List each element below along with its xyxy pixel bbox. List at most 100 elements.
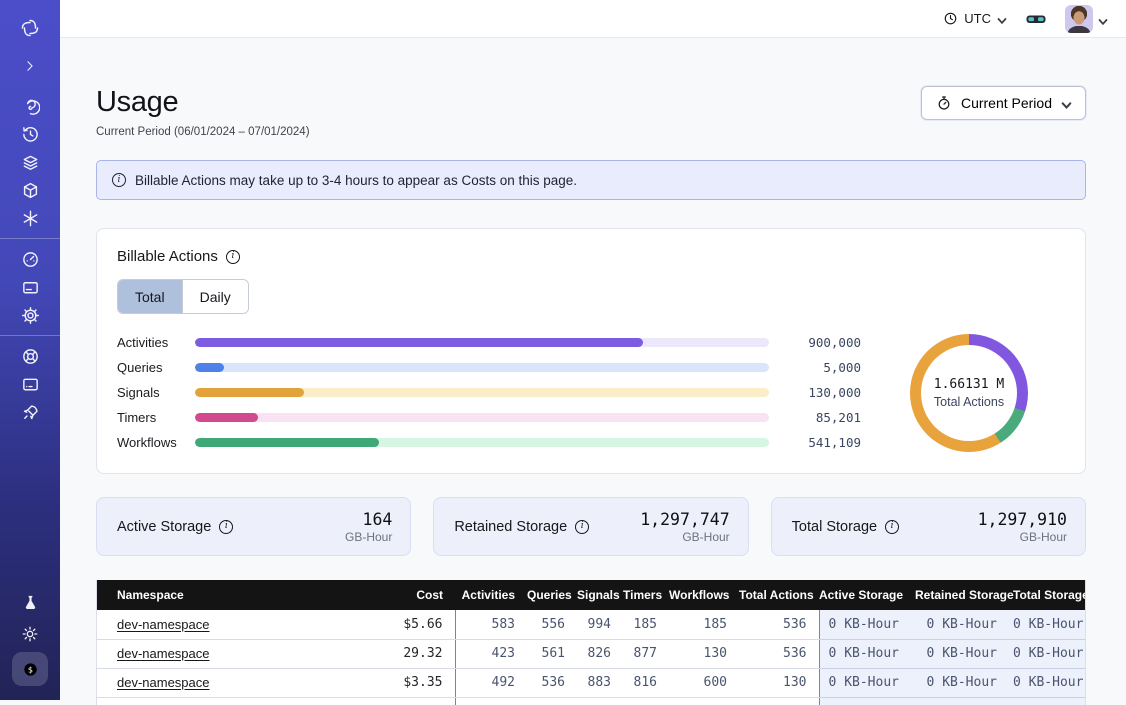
col-signals: Signals xyxy=(577,580,623,610)
storage-card-value: 164 xyxy=(345,510,392,529)
temporal-logo-icon[interactable] xyxy=(13,14,47,42)
bar-value: 900,000 xyxy=(783,335,861,350)
cost-cell: 29.32 xyxy=(383,639,455,668)
sidebar-divider xyxy=(0,238,60,239)
topbar: UTC xyxy=(60,0,1126,38)
bar-track xyxy=(195,413,769,422)
tab-daily[interactable]: Daily xyxy=(183,280,248,313)
theme-sun-icon[interactable] xyxy=(13,620,47,648)
bar-row-activities: Activities 900,000 xyxy=(117,330,861,355)
settings-gear-icon[interactable] xyxy=(13,301,47,329)
storage-card-label: Active Storage xyxy=(117,519,211,535)
col-cost: Cost xyxy=(383,580,455,610)
docs-terminal-icon[interactable] xyxy=(13,370,47,398)
table-row-partial xyxy=(97,697,1086,705)
cost-cell: $5.66 xyxy=(383,610,455,639)
info-icon[interactable]: i xyxy=(226,250,240,264)
stopwatch-icon xyxy=(936,95,952,111)
storage-card-label: Retained Storage xyxy=(454,519,567,535)
history-clock-icon[interactable] xyxy=(13,120,47,148)
billing-card-icon[interactable] xyxy=(13,273,47,301)
collapse-chevron-icon[interactable] xyxy=(13,52,47,80)
gauge-icon[interactable] xyxy=(13,245,47,273)
table-header-row: Namespace Cost Activities Queries Signal… xyxy=(97,580,1086,610)
active-storage-cell: 0 KB-Hour xyxy=(819,639,915,668)
col-namespace: Namespace xyxy=(97,580,383,610)
info-icon: i xyxy=(112,173,126,187)
queries-cell: 561 xyxy=(527,639,577,668)
current-period-label: Current Period xyxy=(961,95,1052,111)
total-storage-card: Total Storage i 1,297,910 GB-Hour xyxy=(771,497,1086,556)
spiral-icon[interactable] xyxy=(13,92,47,120)
total-storage-cell: 0 KB-Hour xyxy=(1013,639,1086,668)
support-lifebuoy-icon[interactable] xyxy=(13,342,47,370)
namespace-usage-table: Namespace Cost Activities Queries Signal… xyxy=(96,580,1086,705)
retained-storage-card: Retained Storage i 1,297,747 GB-Hour xyxy=(433,497,748,556)
main-content: Usage Current Period (06/01/2024 – 07/01… xyxy=(60,38,1126,705)
cube-icon[interactable] xyxy=(13,176,47,204)
tab-total[interactable]: Total xyxy=(118,280,183,313)
namespace-link[interactable]: dev-namespace xyxy=(117,646,210,661)
asterisk-icon[interactable] xyxy=(13,204,47,232)
current-period-button[interactable]: Current Period xyxy=(921,86,1086,120)
goggles-icon[interactable] xyxy=(1025,8,1047,30)
info-icon[interactable]: i xyxy=(575,520,589,534)
bar-row-timers: Timers 85,201 xyxy=(117,405,861,430)
signals-cell: 883 xyxy=(577,668,623,697)
queries-cell: 536 xyxy=(527,668,577,697)
bar-value: 541,109 xyxy=(783,435,861,450)
sidebar-divider xyxy=(0,335,60,336)
bar-track xyxy=(195,363,769,372)
storage-card-unit: GB-Hour xyxy=(640,530,729,544)
labs-flask-icon[interactable] xyxy=(13,588,47,616)
timezone-label: UTC xyxy=(964,11,991,26)
col-active-storage: Active Storage xyxy=(819,580,915,610)
table-row: dev-namespace 29.32 423 561 826 877 130 … xyxy=(97,639,1086,668)
account-menu[interactable] xyxy=(1065,5,1108,33)
timers-cell: 877 xyxy=(623,639,669,668)
total-actions-donut: 1.66131 M Total Actions xyxy=(910,334,1028,452)
bar-row-signals: Signals 130,000 xyxy=(117,380,861,405)
col-total-actions: Total Actions xyxy=(739,580,819,610)
retained-storage-cell: 0 KB-Hour xyxy=(915,610,1013,639)
table-row: dev-namespace $3.35 492 536 883 816 600 … xyxy=(97,668,1086,697)
storage-summary-row: Active Storage i 164 GB-Hour Retained St… xyxy=(96,497,1086,556)
storage-card-unit: GB-Hour xyxy=(978,530,1067,544)
signals-cell: 826 xyxy=(577,639,623,668)
namespace-link[interactable]: dev-namespace xyxy=(117,617,210,632)
bar-value: 130,000 xyxy=(783,385,861,400)
page-subtitle: Current Period (06/01/2024 – 07/01/2024) xyxy=(96,126,310,138)
layers-icon[interactable] xyxy=(13,148,47,176)
svg-text:$: $ xyxy=(27,665,32,674)
timezone-selector[interactable]: UTC xyxy=(943,11,1007,26)
signals-cell: 994 xyxy=(577,610,623,639)
info-icon[interactable]: i xyxy=(219,520,233,534)
info-icon[interactable]: i xyxy=(885,520,899,534)
total-storage-cell: 0 KB-Hour xyxy=(1013,610,1086,639)
donut-center-value: 1.66131 M xyxy=(934,377,1004,392)
billable-actions-card: Billable Actions i Total Daily Activitie… xyxy=(96,228,1086,474)
col-queries: Queries xyxy=(527,580,577,610)
activities-cell: 492 xyxy=(455,668,527,697)
storage-card-label: Total Storage xyxy=(792,519,877,535)
total-actions-cell: 536 xyxy=(739,610,819,639)
bar-row-queries: Queries 5,000 xyxy=(117,355,861,380)
storage-card-unit: GB-Hour xyxy=(345,530,392,544)
bar-label: Signals xyxy=(117,385,195,400)
active-storage-card: Active Storage i 164 GB-Hour xyxy=(96,497,411,556)
bar-track xyxy=(195,438,769,447)
total-actions-cell: 536 xyxy=(739,639,819,668)
total-storage-cell: 0 KB-Hour xyxy=(1013,668,1086,697)
timers-cell: 185 xyxy=(623,610,669,639)
active-storage-cell: 0 KB-Hour xyxy=(819,668,915,697)
rocket-icon[interactable] xyxy=(13,398,47,426)
activities-cell: 583 xyxy=(455,610,527,639)
bar-value: 85,201 xyxy=(783,410,861,425)
activities-cell: 423 xyxy=(455,639,527,668)
chevron-down-icon xyxy=(997,14,1007,24)
usage-dollar-icon[interactable]: $ xyxy=(12,652,48,686)
namespace-link[interactable]: dev-namespace xyxy=(117,675,210,690)
col-total-storage: Total Storage xyxy=(1013,580,1086,610)
chevron-down-icon xyxy=(1061,98,1071,108)
clock-icon xyxy=(943,11,958,26)
